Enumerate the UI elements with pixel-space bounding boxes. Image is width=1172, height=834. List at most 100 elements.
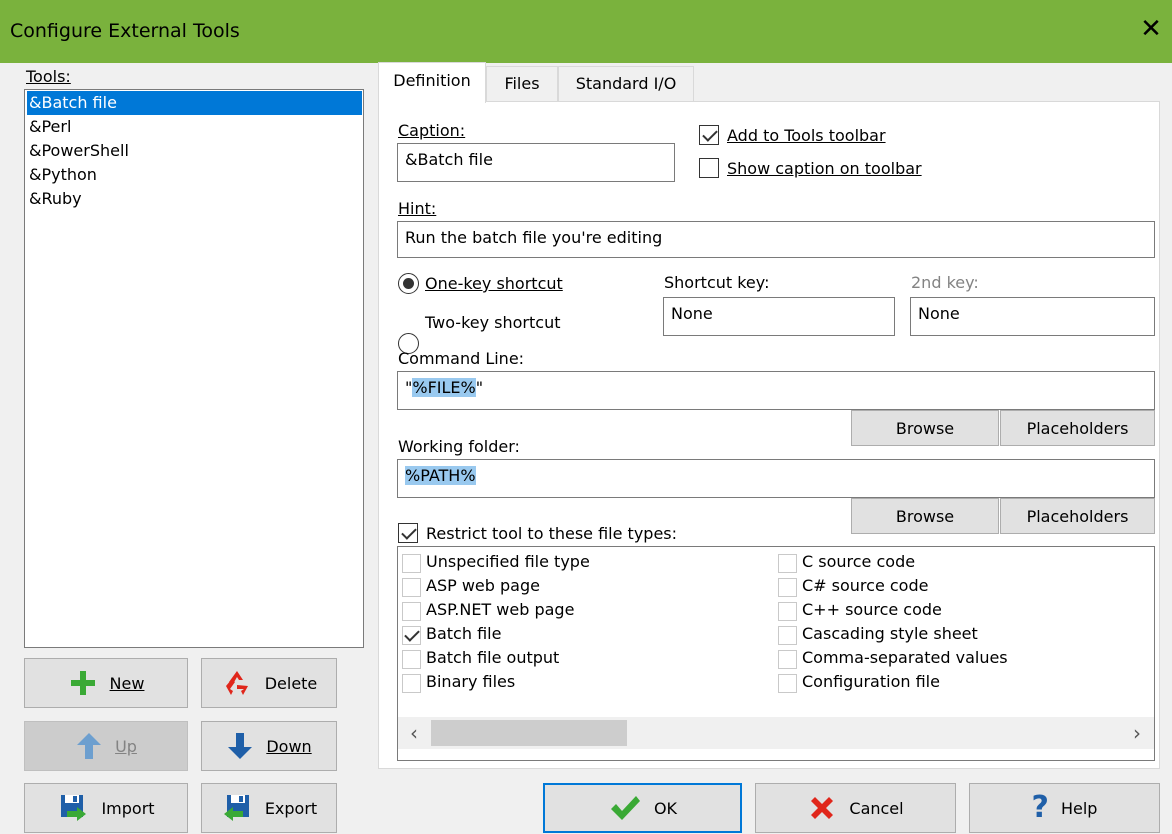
file-type-label: Batch file output [426,648,560,667]
down-button-label: Down [266,736,312,756]
file-type-checkbox[interactable] [402,602,421,621]
one-key-label-text: One-key shortcut [425,274,563,293]
list-item[interactable]: &Batch file [27,91,362,115]
scroll-left-icon[interactable]: ‹ [404,721,424,745]
tab-definition[interactable]: Definition [378,62,486,103]
cancel-x-icon [811,797,834,819]
checkbox-icon [398,523,418,543]
folder-placeholders-button[interactable]: Placeholders [1000,498,1155,534]
arrow-up-icon [77,733,102,759]
file-type-checkbox[interactable] [778,626,797,645]
caption-label-text: Caption: [398,121,466,140]
file-type-label: C++ source code [802,600,942,619]
checkbox-icon [699,125,719,145]
horizontal-scrollbar[interactable]: ‹ › [398,717,1154,749]
add-to-toolbar-label-text: Add to Tools toolbar [727,126,886,145]
file-type-label: Cascading style sheet [802,624,978,643]
file-type-checkbox[interactable] [778,578,797,597]
tools-list[interactable]: &Batch file &Perl &PowerShell &Python &R… [24,89,364,648]
file-type-checkbox[interactable] [402,674,421,693]
caption-input[interactable]: &Batch file [397,143,675,182]
up-button-label: Up [115,736,137,756]
add-to-toolbar-checkbox[interactable] [699,125,719,149]
command-browse-button[interactable]: Browse [851,410,999,446]
export-disk-icon [223,795,249,821]
working-folder-selection: %PATH% [405,466,476,485]
export-button-label: Export [264,798,318,818]
ok-button-label: OK [653,798,678,818]
folder-browse-button[interactable]: Browse [851,498,999,534]
recycle-icon [225,671,248,695]
caption-label: Caption: [398,121,465,140]
close-icon[interactable]: ✕ [1136,14,1166,44]
scrollbar-thumb[interactable] [431,720,627,746]
file-type-checkbox[interactable] [402,650,421,669]
delete-button-label: Delete [264,673,318,693]
shortcut-key-input[interactable]: None [663,297,895,336]
list-item[interactable]: &Python [27,163,362,187]
tools-label: Tools: [26,67,71,86]
cancel-button[interactable]: Cancel [755,783,956,833]
file-type-label: Configuration file [802,672,940,691]
restrict-label: Restrict tool to these file types: [426,524,678,543]
tab-standard-io[interactable]: Standard I/O [558,66,694,101]
one-key-label: One-key shortcut [425,274,563,293]
command-line-label: Command Line: [398,349,525,368]
checkmark-icon [610,796,640,820]
file-type-checkbox[interactable] [402,578,421,597]
list-item[interactable]: &Perl [27,115,362,139]
second-key-input[interactable]: None [910,297,1155,336]
ok-button[interactable]: OK [543,783,742,833]
arrow-down-icon [228,733,253,759]
file-type-label: C# source code [802,576,929,595]
restrict-checkbox[interactable] [398,523,418,547]
file-type-checkbox[interactable] [778,650,797,669]
file-type-checkbox[interactable] [402,626,421,645]
file-type-checkbox[interactable] [402,554,421,573]
show-caption-label: Show caption on toolbar [727,159,922,178]
show-caption-checkbox[interactable] [699,158,719,182]
help-button-label: Help [1060,798,1098,818]
command-line-input[interactable]: "%FILE%" [397,371,1155,410]
two-key-label: Two-key shortcut [425,313,561,332]
command-line-suffix: " [475,378,484,397]
file-type-checkbox[interactable] [778,554,797,573]
help-button[interactable]: ? Help [969,783,1160,833]
checkbox-icon [699,158,719,178]
file-type-label: Binary files [426,672,516,691]
show-caption-label-text: Show caption on toolbar [727,159,922,178]
hint-input[interactable]: Run the batch file you're editing [397,221,1155,258]
down-button[interactable]: Down [201,721,337,771]
file-type-checkbox[interactable] [778,674,797,693]
tools-label-text: Tools: [26,67,71,86]
import-disk-icon [61,795,87,821]
window-title: Configure External Tools [10,20,240,42]
cancel-button-label: Cancel [849,798,904,818]
hint-label-text: Hint: [398,199,437,218]
command-line-selection: %FILE% [412,378,476,397]
add-to-toolbar-label: Add to Tools toolbar [727,126,886,145]
import-button[interactable]: Import [24,783,188,833]
file-type-checkbox[interactable] [778,602,797,621]
scroll-right-icon[interactable]: › [1127,721,1147,745]
second-key-label: 2nd key: [911,273,979,292]
file-type-label: Comma-separated values [802,648,1008,667]
file-types-list[interactable]: Unspecified file type ASP web page ASP.N… [397,546,1155,761]
file-type-label: Batch file [426,624,502,643]
command-placeholders-button[interactable]: Placeholders [1000,410,1155,446]
new-button-label: New [109,673,145,693]
working-folder-label: Working folder: [398,437,520,456]
delete-button[interactable]: Delete [201,658,337,708]
export-button[interactable]: Export [201,783,337,833]
list-item[interactable]: &Ruby [27,187,362,211]
help-icon: ? [1031,790,1049,825]
file-type-label: C source code [802,552,916,571]
working-folder-input[interactable]: %PATH% [397,459,1155,498]
new-button[interactable]: New [24,658,188,708]
one-key-radio[interactable] [398,273,419,294]
up-button[interactable]: Up [24,721,188,771]
file-type-label: ASP web page [426,576,540,595]
hint-label: Hint: [398,199,436,218]
tab-files[interactable]: Files [486,66,558,101]
list-item[interactable]: &PowerShell [27,139,362,163]
